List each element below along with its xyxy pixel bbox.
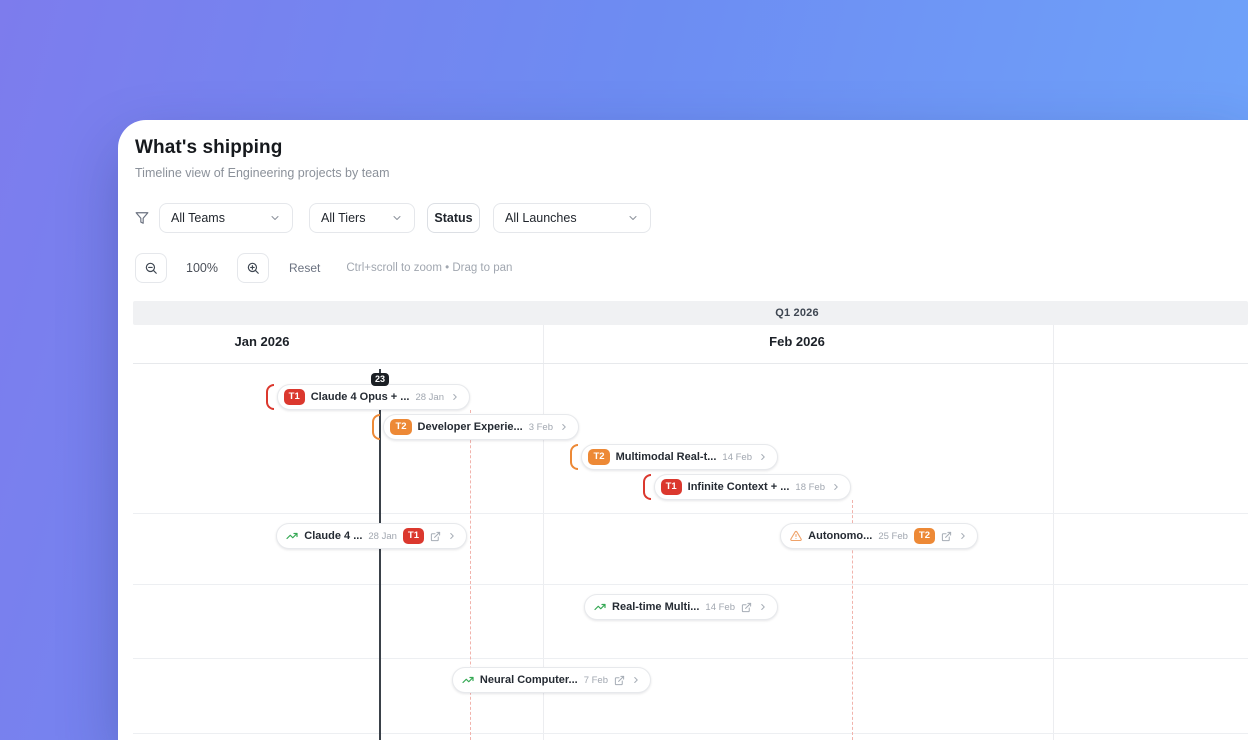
external-link-icon [941, 531, 952, 542]
quarter-label: Q1 2026 [775, 307, 819, 319]
launch-pill[interactable]: Autonomo... 25 Feb T2 [780, 523, 978, 549]
panel-header: What's shipping Timeline view of Enginee… [135, 137, 390, 180]
zoom-toolbar: 100% Reset Ctrl+scroll to zoom • Drag to… [135, 253, 512, 283]
tier-filter-select[interactable]: All Tiers [309, 203, 415, 233]
project-pill[interactable]: T2 Multimodal Real-t... 14 Feb [581, 444, 778, 470]
team-filter-select[interactable]: All Teams [159, 203, 293, 233]
tier-filter-value: All Tiers [321, 211, 366, 225]
reset-zoom-button[interactable]: Reset [289, 261, 320, 275]
project-name: Developer Experie... [417, 421, 523, 433]
start-bracket-icon [642, 474, 651, 500]
trend-up-icon [594, 601, 606, 613]
start-bracket-icon [265, 384, 274, 410]
chevron-right-icon [758, 452, 768, 462]
launch-pill[interactable]: Claude 4 ... 28 Jan T1 [276, 523, 467, 549]
trend-up-icon [462, 674, 474, 686]
launch-pill-row: Neural Computer... 7 Feb [451, 667, 651, 693]
timeline-canvas[interactable]: Q1 2026 Jan 2026 Feb 2026 23 T1 Claude 4… [133, 301, 1248, 740]
status-filter-button[interactable]: Status [427, 203, 480, 233]
project-pill-row: T2 Developer Experie... 3 Feb [372, 414, 579, 440]
launch-name: Neural Computer... [479, 674, 578, 686]
project-pill-row: T2 Multimodal Real-t... 14 Feb [570, 444, 778, 470]
project-pill-row: T1 Claude 4 Opus + ... 28 Jan [265, 384, 470, 410]
launch-date: 14 Feb [705, 601, 735, 613]
project-date: 28 Jan [415, 391, 444, 403]
launch-pill-row: Autonomo... 25 Feb T2 [780, 523, 978, 549]
chevron-right-icon [831, 482, 841, 492]
lane-divider [133, 658, 1248, 659]
launch-filter-value: All Launches [505, 211, 577, 225]
external-link-icon [741, 602, 752, 613]
filter-funnel-icon [135, 211, 149, 225]
status-filter-label: Status [434, 211, 473, 225]
chevron-right-icon [631, 675, 641, 685]
chevron-right-icon [447, 531, 457, 541]
chevron-down-icon [391, 212, 403, 224]
tier-badge: T1 [660, 479, 682, 495]
zoom-in-icon [246, 261, 260, 275]
page-subtitle: Timeline view of Engineering projects by… [135, 166, 390, 180]
tier-badge: T2 [390, 419, 412, 435]
project-date: 14 Feb [722, 451, 752, 463]
lane-divider [133, 363, 1248, 364]
month-label-jan: Jan 2026 [234, 334, 290, 349]
project-name: Claude 4 Opus + ... [310, 391, 410, 403]
zoom-in-button[interactable] [237, 253, 269, 283]
tier-badge: T1 [283, 389, 305, 405]
tier-badge: T1 [402, 528, 424, 544]
chevron-right-icon [450, 392, 460, 402]
zoom-out-button[interactable] [135, 253, 167, 283]
zoom-hint: Ctrl+scroll to zoom • Drag to pan [346, 262, 513, 274]
chevron-down-icon [627, 212, 639, 224]
launch-name: Autonomo... [808, 530, 873, 542]
project-pill[interactable]: T1 Claude 4 Opus + ... 28 Jan [276, 384, 470, 410]
launch-pill-row: Claude 4 ... 28 Jan T1 [276, 523, 467, 549]
chevron-right-icon [559, 422, 569, 432]
project-pill[interactable]: T1 Infinite Context + ... 18 Feb [653, 474, 851, 500]
launch-date: 28 Jan [368, 530, 397, 542]
launch-pill-row: Real-time Multi... 14 Feb [584, 594, 778, 620]
start-bracket-icon [570, 444, 579, 470]
launch-name: Claude 4 ... [304, 530, 363, 542]
filter-bar: All Teams All Tiers Status All Launches [135, 203, 651, 233]
page-title: What's shipping [135, 137, 283, 158]
external-link-icon [430, 531, 441, 542]
launch-filter-select[interactable]: All Launches [493, 203, 651, 233]
project-date: 18 Feb [795, 481, 825, 493]
launch-date: 25 Feb [878, 530, 908, 542]
zoom-out-icon [144, 261, 158, 275]
trend-up-icon [286, 530, 298, 542]
warning-icon [790, 530, 802, 542]
tier-badge: T2 [588, 449, 610, 465]
lane-divider [133, 513, 1248, 514]
chevron-down-icon [269, 212, 281, 224]
shipping-panel: What's shipping Timeline view of Enginee… [118, 120, 1248, 740]
launch-pill[interactable]: Neural Computer... 7 Feb [451, 667, 651, 693]
launch-date: 7 Feb [583, 674, 608, 686]
external-link-icon [614, 675, 625, 686]
launch-name: Real-time Multi... [612, 601, 700, 613]
chevron-right-icon [958, 531, 968, 541]
quarter-band: Q1 2026 [133, 301, 1248, 325]
project-pill[interactable]: T2 Developer Experie... 3 Feb [383, 414, 579, 440]
team-filter-value: All Teams [171, 211, 225, 225]
chevron-right-icon [758, 602, 768, 612]
zoom-level: 100% [186, 261, 218, 275]
launch-pill[interactable]: Real-time Multi... 14 Feb [584, 594, 778, 620]
start-bracket-icon [372, 414, 381, 440]
project-name: Multimodal Real-t... [615, 451, 717, 463]
month-gridline [1053, 325, 1054, 740]
project-name: Infinite Context + ... [687, 481, 790, 493]
lane-divider [133, 733, 1248, 734]
month-label-feb: Feb 2026 [769, 334, 825, 349]
tier-badge: T2 [913, 528, 935, 544]
lane-divider [133, 584, 1248, 585]
today-date-badge: 23 [370, 373, 390, 386]
project-pill-row: T1 Infinite Context + ... 18 Feb [642, 474, 851, 500]
project-date: 3 Feb [528, 421, 553, 433]
